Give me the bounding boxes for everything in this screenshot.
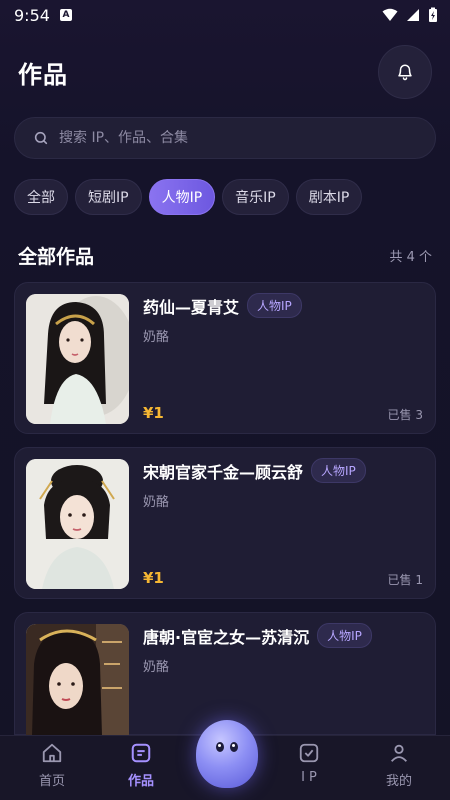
chip-music-ip[interactable]: 音乐IP — [222, 179, 289, 215]
work-card[interactable]: 药仙—夏青艾 人物IP 奶酪 ¥1 已售 3 — [14, 282, 436, 434]
work-tag: 人物IP — [317, 623, 372, 648]
work-card[interactable]: 唐朝·官宦之女—苏清沉 人物IP 奶酪 — [14, 612, 436, 736]
work-sold-count: 已售 1 — [387, 573, 423, 587]
section-title: 全部作品 — [18, 245, 95, 268]
work-name: 宋朝官家千金—顾云舒 — [143, 462, 304, 482]
work-thumbnail — [26, 624, 129, 736]
work-title-row: 宋朝官家千金—顾云舒 人物IP — [143, 458, 423, 483]
tab-home[interactable]: 首页 — [17, 742, 87, 798]
header: 作品 — [18, 44, 432, 100]
work-tag: 人物IP — [311, 458, 366, 483]
section-count: 共 4 个 — [389, 249, 432, 265]
signal-icon — [407, 9, 419, 21]
tab-label: 首页 — [38, 774, 65, 789]
search-icon — [33, 130, 49, 146]
wifi-icon — [382, 8, 398, 21]
work-thumbnail — [26, 459, 129, 589]
center-mascot-button[interactable] — [196, 720, 258, 788]
search-input[interactable] — [59, 130, 399, 146]
chip-short-drama-ip[interactable]: 短剧IP — [75, 179, 142, 215]
tab-profile[interactable]: 我的 — [364, 742, 434, 798]
work-author: 奶酪 — [143, 660, 170, 675]
status-time: 9:54 — [14, 5, 50, 25]
tab-works[interactable]: 作品 — [106, 742, 176, 798]
bell-icon — [398, 64, 412, 81]
page-title: 作品 — [18, 60, 68, 89]
work-price: ¥1 — [143, 569, 164, 587]
work-name: 药仙—夏青艾 — [143, 297, 240, 317]
tab-label: 作品 — [127, 774, 154, 789]
work-author: 奶酪 — [143, 330, 170, 345]
work-thumbnail — [26, 294, 129, 424]
mascot-eye-icon — [230, 742, 238, 752]
chip-all[interactable]: 全部 — [14, 179, 68, 215]
category-chips: 全部 短剧IP 人物IP 音乐IP 剧本IP — [14, 179, 363, 215]
ip-icon — [299, 743, 319, 763]
tab-label: I P — [301, 770, 317, 785]
status-bar: 9:54 A — [0, 0, 450, 30]
status-icons — [382, 7, 438, 23]
notification-button[interactable] — [378, 45, 432, 99]
chip-character-ip[interactable]: 人物IP — [148, 179, 216, 215]
profile-icon — [390, 744, 408, 762]
work-card[interactable]: 宋朝官家千金—顾云舒 人物IP 奶酪 ¥1 已售 1 — [14, 447, 436, 599]
tab-label: 我的 — [385, 774, 412, 789]
work-tag: 人物IP — [247, 293, 302, 318]
section-header: 全部作品 共 4 个 — [18, 240, 432, 270]
search-bar[interactable] — [14, 117, 436, 159]
mascot-eye-icon — [216, 742, 224, 752]
work-author: 奶酪 — [143, 495, 170, 510]
works-icon — [131, 743, 151, 763]
notification-badge-icon: A — [59, 9, 72, 21]
work-sold-count: 已售 3 — [387, 408, 423, 422]
home-icon — [42, 743, 62, 763]
work-title-row: 药仙—夏青艾 人物IP — [143, 293, 423, 318]
chip-script-ip[interactable]: 剧本IP — [295, 179, 363, 215]
tab-ip[interactable]: I P — [274, 742, 344, 798]
battery-icon — [429, 7, 437, 22]
work-title-row: 唐朝·官宦之女—苏清沉 人物IP — [143, 623, 423, 648]
work-price: ¥1 — [143, 404, 164, 422]
work-name: 唐朝·官宦之女—苏清沉 — [143, 627, 310, 647]
